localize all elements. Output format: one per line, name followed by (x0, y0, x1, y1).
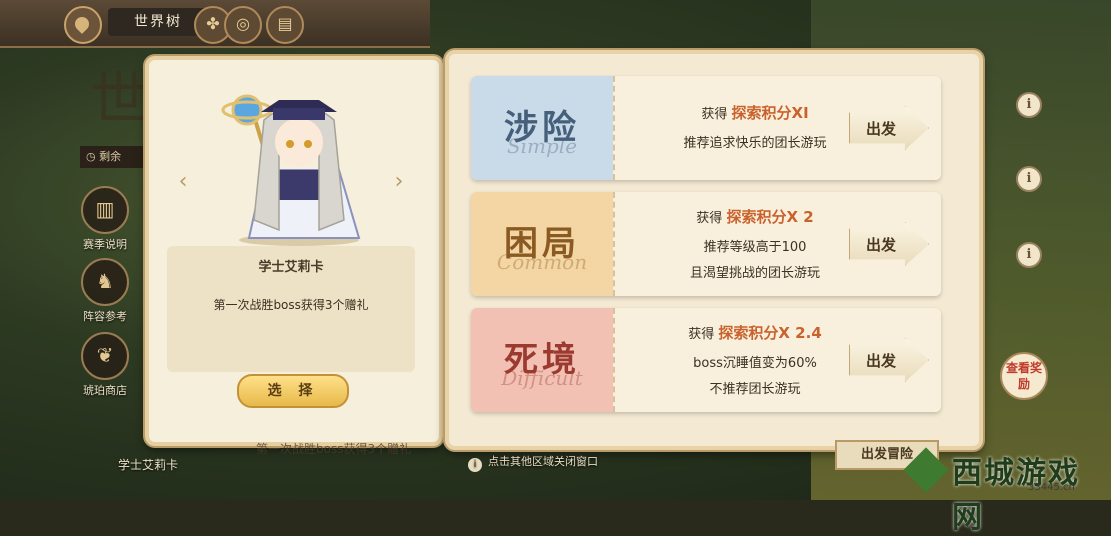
book-icon: ▥ (81, 186, 129, 234)
page-title: 世界树 (108, 8, 208, 36)
team-icon: ♞ (81, 258, 129, 306)
depart-label: 出发 (865, 352, 896, 370)
reward-line: 获得 探索积分X 2.4 (635, 322, 875, 343)
view-reward-button[interactable]: 查看奖励 (1000, 352, 1048, 400)
info-icon[interactable]: i (1016, 92, 1042, 118)
difficulty-tag: 涉险 Simple (471, 76, 613, 180)
difficulty-tag: 死境 Difficult (471, 308, 613, 412)
description-line: 推荐追求快乐的团长游玩 (683, 136, 827, 151)
reward-value: 探索积分X 2.4 (718, 324, 822, 342)
difficulty-body: 获得 探索积分XI 推荐追求快乐的团长游玩 出发 (613, 76, 941, 180)
difficulty-body: 获得 探索积分X 2 推荐等级高于100 且渴望挑战的团长游玩 出发 (613, 192, 941, 296)
background-title-decoration: 世 (90, 65, 149, 133)
reward-value: 探索积分X 2 (726, 208, 814, 226)
description-line: 推荐等级高于100 (703, 240, 807, 255)
sidebar-item-team-reference[interactable]: ♞ 阵容参考 (70, 258, 140, 324)
watermark-url: 33445.cn (1028, 482, 1075, 493)
book-icon[interactable]: ▤ (266, 6, 304, 44)
sidebar-item-label: 琥珀商店 (83, 384, 127, 397)
character-panel: ‹ › 学士艾莉卡 第一次战胜boss获得3个赠礼 选 择 (145, 56, 443, 446)
difficulty-body: 获得 探索积分X 2.4 boss沉睡值变为60% 不推荐团长游玩 出发 (613, 308, 941, 412)
watermark: 西城游戏网 33445.cn (900, 446, 1106, 535)
compass-icon[interactable]: ◎ (224, 6, 262, 44)
top-bar: 世界树 ✤ ◎ ▤ (0, 0, 430, 48)
chevron-right-icon[interactable]: › (387, 170, 411, 194)
character-info-box: 学士艾莉卡 第一次战胜boss获得3个赠礼 (167, 246, 415, 372)
depart-button[interactable]: 出发 (849, 338, 929, 382)
bottom-description: 第一次战胜boss获得3个赠礼 (256, 442, 412, 456)
reward-prefix: 获得 (696, 211, 723, 226)
info-icon[interactable]: i (1016, 166, 1042, 192)
difficulty-card-difficult[interactable]: 死境 Difficult 获得 探索积分X 2.4 boss沉睡值变为60% 不… (471, 308, 941, 412)
character-description: 第一次战胜boss获得3个赠礼 (213, 298, 369, 312)
reward-value: 探索积分XI (731, 104, 809, 122)
depart-button[interactable]: 出发 (849, 222, 929, 266)
description-line: 不推荐团长游玩 (709, 382, 801, 397)
difficulty-tag: 困局 Common (471, 192, 613, 296)
sidebar-item-label: 赛季说明 (83, 238, 127, 251)
chevron-left-icon[interactable]: ‹ (171, 170, 195, 194)
close-hint: i 点击其他区域关闭窗口 (468, 454, 598, 472)
select-button[interactable]: 选 择 (237, 374, 349, 408)
info-icon: i (468, 458, 482, 472)
difficulty-name-en: Difficult (501, 366, 583, 390)
back-icon[interactable] (64, 6, 102, 44)
shop-icon: ❦ (81, 332, 129, 380)
depart-label: 出发 (865, 120, 896, 138)
depart-button[interactable]: 出发 (849, 106, 929, 150)
character-portrait (169, 80, 419, 250)
difficulty-card-common[interactable]: 困局 Common 获得 探索积分X 2 推荐等级高于100 且渴望挑战的团长游… (471, 192, 941, 296)
difficulty-panel: 涉险 Simple 获得 探索积分XI 推荐追求快乐的团长游玩 出发 困局 Co… (445, 50, 983, 450)
reward-prefix: 获得 (701, 107, 728, 122)
difficulty-name-en: Common (496, 250, 588, 274)
difficulty-name-en: Simple (506, 134, 578, 158)
bottom-character-name: 学士艾莉卡 (118, 458, 179, 472)
sidebar-item-season-info[interactable]: ▥ 赛季说明 (70, 186, 140, 252)
reward-prefix: 获得 (688, 327, 715, 342)
description-line: 且渴望挑战的团长游玩 (689, 266, 820, 281)
close-hint-text: 点击其他区域关闭窗口 (488, 455, 598, 468)
watermark-logo-icon (903, 447, 949, 493)
description-line: boss沉睡值变为60% (693, 356, 817, 371)
sidebar-item-amber-shop[interactable]: ❦ 琥珀商店 (70, 332, 140, 398)
character-name: 学士艾莉卡 (258, 260, 324, 275)
sidebar-item-label: 阵容参考 (83, 310, 127, 323)
depart-label: 出发 (865, 236, 896, 254)
difficulty-card-simple[interactable]: 涉险 Simple 获得 探索积分XI 推荐追求快乐的团长游玩 出发 (471, 76, 941, 180)
reward-line: 获得 探索积分XI (635, 102, 875, 123)
info-icon[interactable]: i (1016, 242, 1042, 268)
reward-line: 获得 探索积分X 2 (635, 206, 875, 227)
